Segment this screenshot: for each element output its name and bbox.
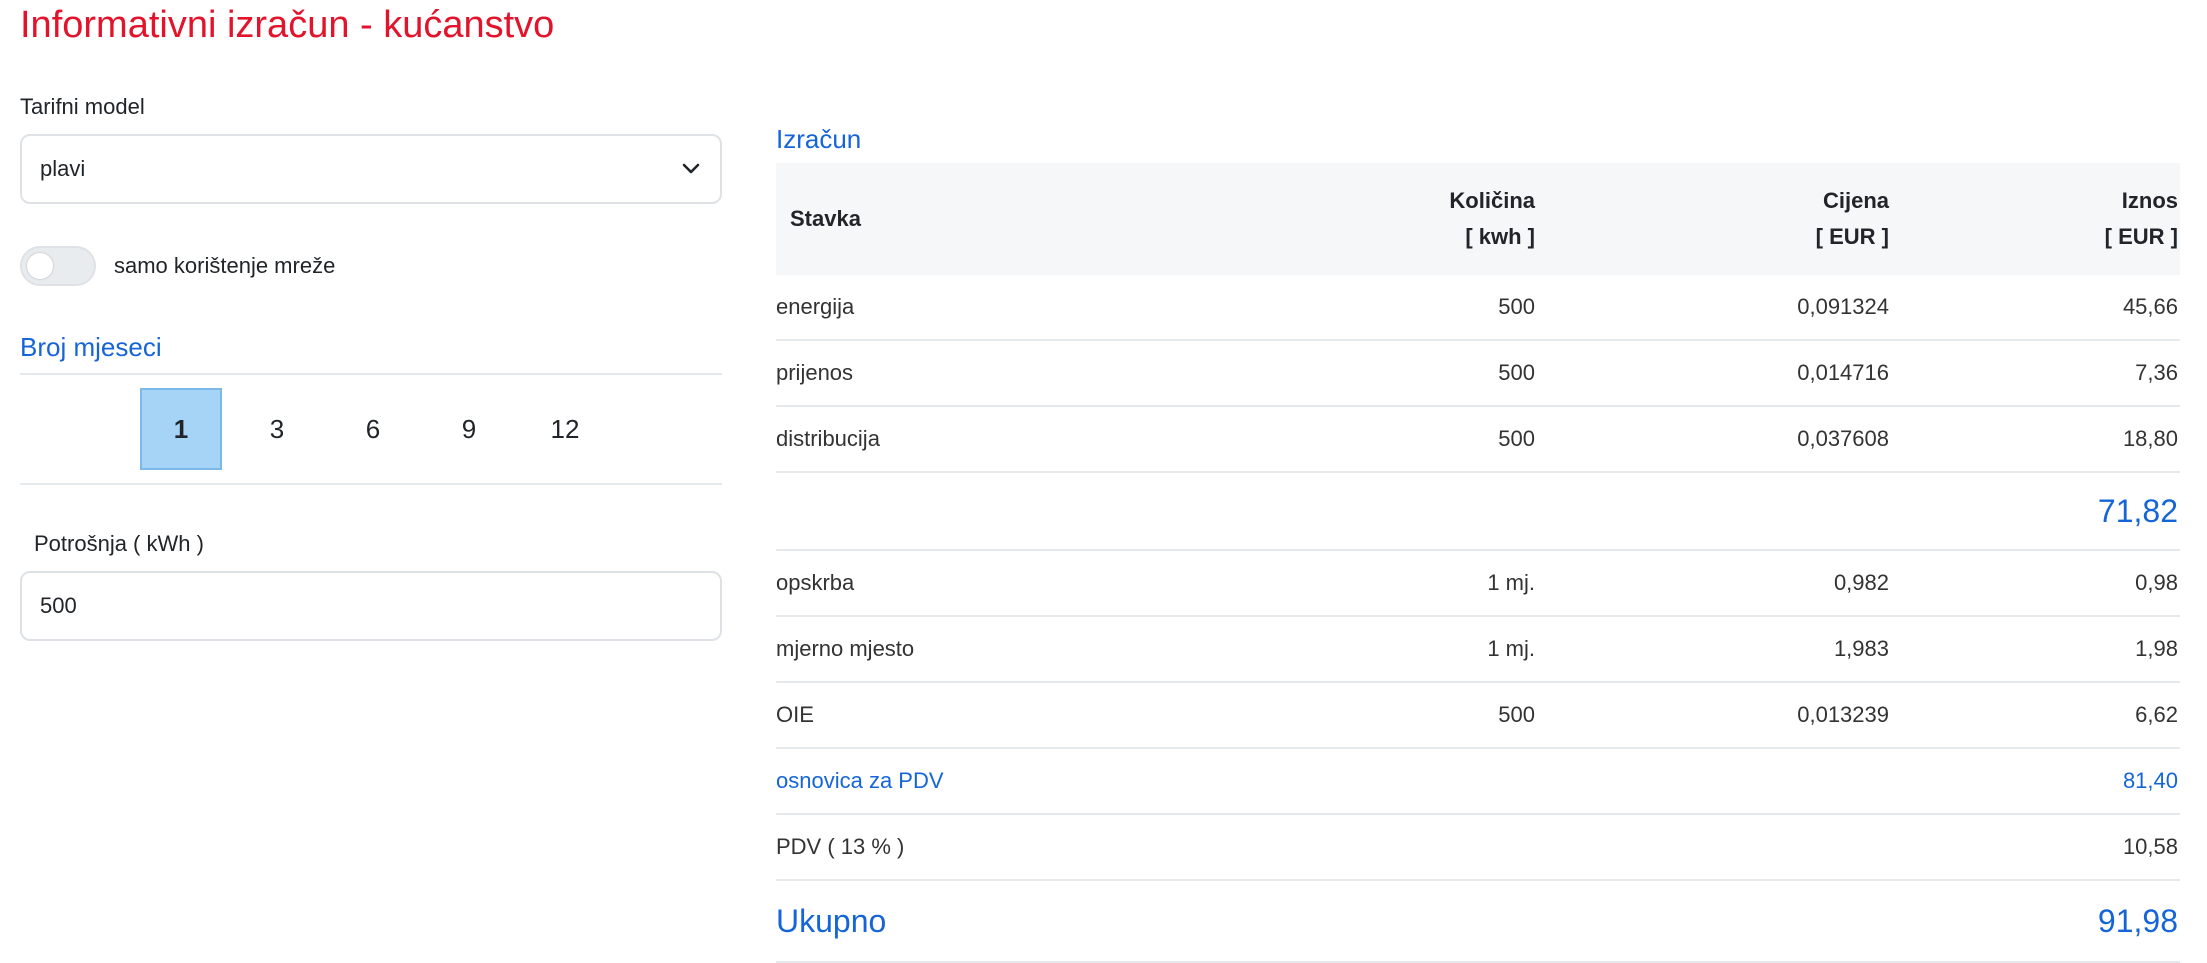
months-title: Broj mjeseci: [20, 332, 722, 375]
tariff-select[interactable]: plavi: [20, 134, 722, 204]
toggle-knob: [27, 253, 53, 279]
row-item: distribucija: [776, 406, 1216, 473]
consumption-input-value: 500: [40, 593, 77, 618]
consumption-input[interactable]: 500: [20, 571, 722, 641]
calculation-title: Izračun: [776, 124, 862, 154]
calculation-panel: Izračun Stavka Količina[ kwh ] Cijena[ E…: [776, 124, 2180, 963]
table-row: prijenos 500 0,014716 7,36: [776, 340, 2180, 407]
month-option-12[interactable]: 12: [524, 388, 606, 470]
vat-amount: 10,58: [1890, 814, 2180, 881]
tariff-label: Tarifni model: [20, 94, 145, 119]
row-item: opskrba: [776, 550, 1216, 617]
calculation-table: Stavka Količina[ kwh ] Cijena[ EUR ] Izn…: [776, 163, 2180, 963]
vat-label: PDV ( 13 % ): [776, 814, 1216, 881]
vat-base-amount: 81,40: [1890, 748, 2180, 815]
row-price: 0,037608: [1536, 406, 1890, 473]
row-amount: 0,98: [1890, 550, 2180, 617]
total-label: Ukupno: [776, 880, 1216, 963]
month-option-1[interactable]: 1: [140, 388, 222, 470]
header-amount: Iznos[ EUR ]: [1890, 163, 2180, 275]
month-option-3[interactable]: 3: [236, 388, 318, 470]
row-price: 0,013239: [1536, 682, 1890, 749]
row-quantity: 1 mj.: [1216, 550, 1536, 617]
table-row: opskrba 1 mj. 0,982 0,98: [776, 550, 2180, 617]
row-amount: 18,80: [1890, 406, 2180, 473]
page-title: Informativni izračun - kućanstvo: [20, 4, 555, 46]
total-row: Ukupno 91,98: [776, 880, 2180, 963]
header-price: Cijena[ EUR ]: [1536, 163, 1890, 275]
tariff-select-value: plavi: [40, 156, 86, 181]
header-quantity: Količina[ kwh ]: [1216, 163, 1536, 275]
row-quantity: 500: [1216, 406, 1536, 473]
row-price: 1,983: [1536, 616, 1890, 683]
table-row: distribucija 500 0,037608 18,80: [776, 406, 2180, 473]
table-row: OIE 500 0,013239 6,62: [776, 682, 2180, 749]
row-quantity: 500: [1216, 275, 1536, 341]
row-price: 0,091324: [1536, 275, 1890, 341]
row-price: 0,982: [1536, 550, 1890, 617]
row-price: 0,014716: [1536, 340, 1890, 407]
subtotal-amount: 71,82: [1890, 472, 2180, 551]
row-quantity: 1 mj.: [1216, 616, 1536, 683]
month-option-6[interactable]: 6: [332, 388, 414, 470]
row-item: prijenos: [776, 340, 1216, 407]
vat-base-row: osnovica za PDV 81,40: [776, 748, 2180, 815]
table-row: energija 500 0,091324 45,66: [776, 275, 2180, 341]
subtotal-row: 71,82: [776, 472, 2180, 551]
row-quantity: 500: [1216, 682, 1536, 749]
row-amount: 6,62: [1890, 682, 2180, 749]
chevron-down-icon: [680, 158, 702, 180]
network-only-toggle[interactable]: [20, 246, 96, 286]
table-header-row: Stavka Količina[ kwh ] Cijena[ EUR ] Izn…: [776, 163, 2180, 275]
row-quantity: 500: [1216, 340, 1536, 407]
network-only-toggle-row: samo korištenje mreže: [20, 246, 722, 286]
row-amount: 45,66: [1890, 275, 2180, 341]
header-item: Stavka: [776, 163, 1216, 275]
row-amount: 7,36: [1890, 340, 2180, 407]
months-selector: 1 3 6 9 12: [20, 375, 722, 485]
vat-base-label: osnovica za PDV: [776, 748, 1216, 815]
total-amount: 91,98: [1890, 880, 2180, 963]
calculator-form: Tarifni model plavi samo korištenje mrež…: [20, 94, 722, 641]
table-row: mjerno mjesto 1 mj. 1,983 1,98: [776, 616, 2180, 683]
network-only-label: samo korištenje mreže: [114, 253, 336, 278]
month-option-9[interactable]: 9: [428, 388, 510, 470]
row-item: energija: [776, 275, 1216, 341]
vat-row: PDV ( 13 % ) 10,58: [776, 814, 2180, 881]
consumption-label: Potrošnja ( kWh ): [34, 531, 204, 556]
row-amount: 1,98: [1890, 616, 2180, 683]
row-item: OIE: [776, 682, 1216, 749]
row-item: mjerno mjesto: [776, 616, 1216, 683]
